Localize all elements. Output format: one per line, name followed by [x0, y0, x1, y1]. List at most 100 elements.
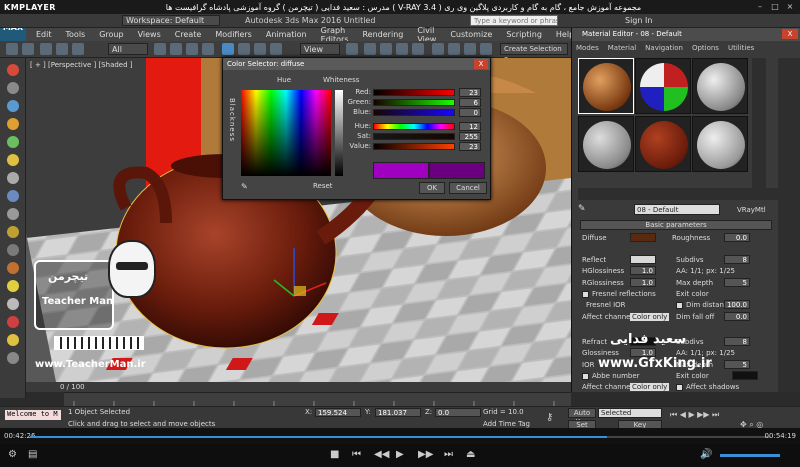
fresnel-checkbox[interactable] — [582, 291, 589, 298]
eyedropper-pick-icon[interactable]: ✎ — [578, 204, 586, 214]
basic-parameters-rollout[interactable]: Basic parameters — [580, 220, 772, 230]
key-selection-dropdown[interactable]: Selected — [598, 408, 662, 418]
menu-rendering[interactable]: Rendering — [362, 30, 403, 39]
red-slider[interactable] — [373, 89, 455, 96]
select-object-icon[interactable] — [154, 43, 166, 55]
lightbulb-icon[interactable] — [7, 154, 19, 166]
key-icon[interactable]: ⚷ — [546, 412, 553, 423]
tool-icon-5[interactable] — [7, 136, 19, 148]
auto-key-button[interactable]: Auto Key — [568, 408, 596, 426]
menu-customize[interactable]: Customize — [450, 30, 492, 39]
color-selector-close-button[interactable]: X — [474, 59, 488, 69]
snap-icon[interactable] — [364, 43, 376, 55]
tool-icon-13[interactable] — [7, 280, 19, 292]
workspace-dropdown[interactable]: Workspace: Default — [122, 15, 220, 26]
scale-icon[interactable] — [254, 43, 266, 55]
spinner-snap-icon[interactable] — [412, 43, 424, 55]
menu-create[interactable]: Create — [175, 30, 202, 39]
menu-modes[interactable]: Modes — [576, 42, 599, 54]
roughness-value[interactable]: 0.0 — [724, 233, 750, 242]
tool-icon-2[interactable] — [7, 82, 19, 94]
material-slot-4[interactable] — [578, 116, 634, 172]
green-value[interactable]: 6 — [459, 98, 481, 107]
dim-distance-checkbox[interactable] — [676, 302, 683, 309]
value-value[interactable]: 23 — [459, 142, 481, 151]
redo-icon[interactable] — [22, 43, 34, 55]
blue-value[interactable]: 0 — [459, 108, 481, 117]
material-name-field[interactable]: 08 - Default — [634, 204, 720, 215]
playback-controls[interactable]: ⏮ ◀ ▶ ▶▶ ⏭ — [670, 410, 719, 420]
subdivs-2-value[interactable]: 8 — [724, 337, 750, 346]
menu-group[interactable]: Group — [99, 30, 123, 39]
tool-icon-3[interactable] — [7, 100, 19, 112]
search-input[interactable] — [470, 15, 558, 26]
y-coordinate[interactable]: 181.037 — [375, 408, 421, 417]
affect-shadows-checkbox[interactable] — [676, 384, 683, 391]
settings-icon[interactable]: ⚙ — [8, 449, 17, 460]
placement-icon[interactable] — [270, 43, 282, 55]
maxdepth-value[interactable]: 5 — [724, 278, 750, 287]
tool-icon-1[interactable] — [7, 64, 19, 76]
percent-snap-icon[interactable] — [396, 43, 408, 55]
tool-icon-10[interactable] — [7, 226, 19, 238]
menu-scripting[interactable]: Scripting — [506, 30, 542, 39]
dim-falloff-value[interactable]: 0.0 — [724, 312, 750, 321]
tool-icon-16[interactable] — [7, 334, 19, 346]
ok-button[interactable]: OK — [419, 182, 445, 194]
rewind-icon[interactable]: ◀◀ — [374, 449, 389, 460]
bind-space-warp-icon[interactable] — [72, 43, 84, 55]
region-select-icon[interactable] — [186, 43, 198, 55]
eyedropper-icon[interactable]: ✎ — [241, 182, 248, 191]
eject-icon[interactable]: ⏏ — [466, 449, 475, 460]
volume-slider[interactable] — [720, 454, 780, 457]
unlink-icon[interactable] — [56, 43, 68, 55]
link-icon[interactable] — [40, 43, 52, 55]
z-coordinate[interactable]: 0.0 — [435, 408, 481, 417]
exit-color-swatch[interactable] — [732, 371, 758, 380]
material-editor-close-button[interactable]: X — [782, 29, 798, 39]
tool-icon-15[interactable] — [7, 316, 19, 328]
hue-blackness-picker[interactable] — [241, 90, 331, 176]
seek-track[interactable] — [30, 436, 770, 438]
tool-icon-8[interactable] — [7, 190, 19, 202]
reflect-swatch[interactable] — [630, 255, 656, 264]
tool-icon-11[interactable] — [7, 244, 19, 256]
menu-material[interactable]: Material — [608, 42, 636, 54]
tool-icon-12[interactable] — [7, 262, 19, 274]
material-slot-5[interactable] — [635, 116, 691, 172]
window-crossing-icon[interactable] — [202, 43, 214, 55]
material-type-button[interactable]: VRayMtl — [737, 206, 766, 214]
track-bar[interactable] — [64, 392, 571, 407]
play-icon[interactable]: ▶ — [396, 449, 404, 460]
mirror-icon[interactable] — [448, 43, 460, 55]
material-slot-3[interactable] — [692, 58, 748, 114]
material-slot-1[interactable] — [578, 58, 634, 114]
menu-views[interactable]: Views — [138, 30, 161, 39]
tool-icon-9[interactable] — [7, 208, 19, 220]
edit-named-selection-icon[interactable] — [432, 43, 444, 55]
hue-slider[interactable] — [373, 123, 455, 130]
menu-utilities[interactable]: Utilities — [728, 42, 754, 54]
reset-button[interactable]: Reset — [313, 182, 333, 190]
undo-icon[interactable] — [6, 43, 18, 55]
material-slot-6[interactable] — [692, 116, 748, 172]
maxscript-listener[interactable]: Welcome to M — [5, 410, 61, 420]
menu-edit[interactable]: Edit — [36, 30, 52, 39]
subtitle-icon[interactable]: ▤ — [28, 449, 37, 460]
rglossiness-value[interactable]: 1.0 — [630, 278, 656, 287]
red-value[interactable]: 23 — [459, 88, 481, 97]
affect-channels-dropdown[interactable]: Color only — [630, 313, 670, 321]
sat-value[interactable]: 255 — [459, 132, 481, 141]
material-slot-2[interactable] — [635, 58, 691, 114]
affect-channels-2-dropdown[interactable]: Color only — [630, 383, 670, 391]
hglossiness-value[interactable]: 1.0 — [630, 266, 656, 275]
volume-icon[interactable]: 🔊 — [700, 449, 712, 460]
tool-icon-7[interactable] — [7, 172, 19, 184]
tool-icon-17[interactable] — [7, 352, 19, 364]
menu-navigation[interactable]: Navigation — [645, 42, 683, 54]
menu-modifiers[interactable]: Modifiers — [215, 30, 252, 39]
color-selector-title[interactable]: Color Selector: diffuse — [223, 58, 490, 70]
layers-icon[interactable] — [480, 43, 492, 55]
tool-icon-14[interactable] — [7, 298, 19, 310]
rotate-icon[interactable] — [238, 43, 250, 55]
